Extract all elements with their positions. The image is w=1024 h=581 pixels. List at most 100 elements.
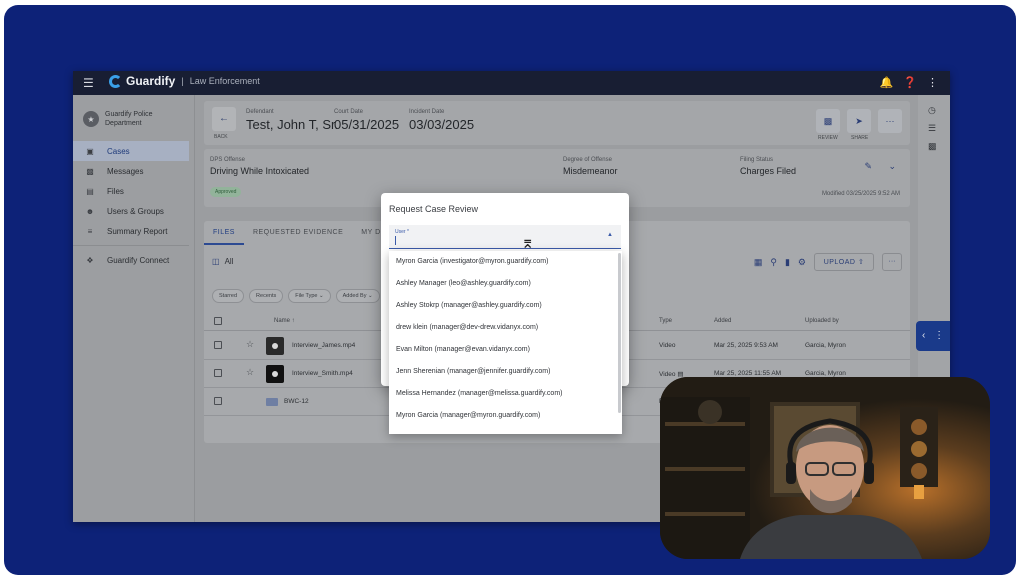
files-toolbar: ▦ ⚲ ▮ ⚙ UPLOAD ⇧ ··· xyxy=(754,253,902,271)
sidebar-item-summary-report[interactable]: ≡ Summary Report xyxy=(73,221,189,241)
court-date-field: Court Date 05/31/2025 xyxy=(334,109,399,132)
incident-date-value: 03/03/2025 xyxy=(409,117,475,132)
sidebar-item-label: Cases xyxy=(107,146,130,156)
video-thumbnail xyxy=(266,365,284,383)
chip-file-type[interactable]: File Type ⌄ xyxy=(288,289,331,303)
topbar-actions: 🔔 ❓ ⋮ xyxy=(880,76,938,89)
file-name[interactable]: Interview_Smith.mp4 xyxy=(292,370,353,377)
status-badge: Approved xyxy=(210,187,242,197)
chip-recents[interactable]: Recents xyxy=(249,289,284,303)
sidebar-item-messages[interactable]: ▩ Messages xyxy=(73,161,189,181)
star-icon[interactable]: ☆ xyxy=(246,367,254,378)
send-icon: ➤ xyxy=(855,116,863,126)
sidebar-item-guardify-connect[interactable]: ❖ Guardify Connect xyxy=(73,250,189,270)
new-folder-icon[interactable]: ▮ xyxy=(785,257,790,268)
ellipsis-icon: ··· xyxy=(885,116,895,126)
list-item[interactable]: Melissa Hernandez (manager@melissa.guard… xyxy=(389,383,622,405)
upload-label: UPLOAD xyxy=(823,259,856,266)
list-item[interactable]: drew klein (manager@dev-drew.vidanyx.com… xyxy=(389,317,622,339)
sidebar-item-label: Guardify Connect xyxy=(107,255,170,265)
video-thumbnail xyxy=(266,337,284,355)
star-icon[interactable]: ☆ xyxy=(246,339,254,350)
briefcase-icon: ▣ xyxy=(86,146,94,156)
row-checkbox[interactable] xyxy=(214,341,222,349)
case-header: ← BACK Defendant Test, John T, Sr. Court… xyxy=(204,101,910,145)
text-caret xyxy=(395,236,396,245)
upload-icon: ⇧ xyxy=(857,259,865,266)
dropdown-scrollbar[interactable] xyxy=(618,253,621,413)
column-type[interactable]: Type xyxy=(659,318,672,324)
list-item[interactable]: Myron Garcia (investigator@myron.guardif… xyxy=(389,251,622,273)
grid-view-icon[interactable]: ▦ xyxy=(754,257,763,268)
field-label: Incident Date xyxy=(409,109,445,115)
user-field-label: User * xyxy=(395,229,409,235)
sidebar-item-cases[interactable]: ▣ Cases xyxy=(73,141,189,161)
degree-value: Misdemeanor xyxy=(563,166,618,176)
sidebar-item-label: Files xyxy=(107,186,124,196)
comments-icon[interactable]: ▩ xyxy=(928,141,937,152)
chevron-down-icon[interactable]: ⌄ xyxy=(888,161,896,172)
connect-icon: ❖ xyxy=(86,255,94,265)
filter-chips: Starred Recents File Type ⌄ Added By ⌄ xyxy=(212,289,380,303)
court-date-value: 05/31/2025 xyxy=(334,117,400,132)
police-badge-icon: ★ xyxy=(83,111,99,127)
file-added: Mar 25, 2025 11:55 AM xyxy=(714,370,782,377)
user-select[interactable]: User * ▲ xyxy=(389,225,621,249)
defendant-value: Test, John T, Sr. xyxy=(246,117,339,132)
folder-filter[interactable]: ◫ All xyxy=(212,257,233,266)
more-button[interactable]: ··· xyxy=(878,109,902,133)
file-added: Mar 25, 2025 9:53 AM xyxy=(714,342,778,349)
caret-up-icon[interactable]: ▲ xyxy=(607,232,613,238)
field-label: DPS Offense xyxy=(210,157,245,163)
chip-starred[interactable]: Starred xyxy=(212,289,245,303)
upload-button[interactable]: UPLOAD ⇧ xyxy=(814,253,874,271)
share-button[interactable]: ➤ xyxy=(847,109,871,133)
tab-requested-evidence[interactable]: REQUESTED EVIDENCE xyxy=(244,221,352,245)
file-name[interactable]: BWC-12 xyxy=(284,398,309,405)
files-more-button[interactable]: ··· xyxy=(882,253,902,271)
checklist-icon[interactable]: ☰ xyxy=(928,123,936,134)
sidebar-item-label: Users & Groups xyxy=(107,206,164,216)
app-logo[interactable]: Guardify | Law Enforcement xyxy=(109,74,260,88)
sidebar: ★ Guardify Police Department ▣ Cases ▩ M… xyxy=(73,95,195,522)
select-all-checkbox[interactable] xyxy=(214,317,222,325)
history-icon[interactable]: ◷ xyxy=(928,105,936,116)
file-uploaded-by: Garcia, Myron xyxy=(805,342,846,349)
list-item[interactable]: Evan Milton (manager@evan.vidanyx.com) xyxy=(389,339,622,361)
bell-icon[interactable]: 🔔 xyxy=(880,76,894,89)
file-name[interactable]: Interview_James.mp4 xyxy=(292,342,355,349)
help-icon[interactable]: ❓ xyxy=(903,76,917,89)
search-icon[interactable]: ⚲ xyxy=(770,257,777,268)
tab-files[interactable]: FILES xyxy=(204,221,244,245)
folder-icon xyxy=(266,398,278,406)
row-checkbox[interactable] xyxy=(214,369,222,377)
filing-field: Filing Status Charges Filed xyxy=(740,157,796,176)
list-item[interactable]: Jenn Sherenian (manager@jennifer.guardif… xyxy=(389,361,622,383)
sidebar-divider xyxy=(73,245,189,246)
sidebar-item-files[interactable]: ▤ Files xyxy=(73,181,189,201)
back-button[interactable]: ← xyxy=(212,107,236,131)
sidebar-nav: ▣ Cases ▩ Messages ▤ Files ☻ Users & Gro… xyxy=(73,141,189,270)
list-item[interactable]: Myron Garcia (manager@myron.guardify.com… xyxy=(389,405,622,427)
kebab-icon[interactable]: ⋮ xyxy=(927,76,938,89)
file-icon: ▤ xyxy=(86,186,94,196)
list-item[interactable]: Ashley Manager (leo@ashley.guardify.com) xyxy=(389,273,622,295)
top-bar: ☰ Guardify | Law Enforcement 🔔 ❓ ⋮ xyxy=(73,71,950,95)
chip-added-by[interactable]: Added By ⌄ xyxy=(335,289,380,303)
column-added[interactable]: Added xyxy=(714,318,731,324)
gear-icon[interactable]: ⚙ xyxy=(798,257,806,268)
chat-icon: ▩ xyxy=(86,166,94,176)
files-tabs: FILES REQUESTED EVIDENCE MY DOWN xyxy=(204,221,408,245)
sidebar-item-label: Messages xyxy=(107,166,144,176)
sidebar-item-users-groups[interactable]: ☻ Users & Groups xyxy=(73,201,189,221)
row-checkbox[interactable] xyxy=(214,397,222,405)
offense-field: DPS Offense Driving While Intoxicated xyxy=(210,157,309,176)
department-name: Guardify Police Department xyxy=(105,111,153,127)
hamburger-icon[interactable]: ☰ xyxy=(83,76,94,90)
column-uploaded-by[interactable]: Uploaded by xyxy=(805,318,839,324)
column-name[interactable]: Name ↑ xyxy=(274,318,295,324)
side-panel-toggle[interactable]: ‹ ⋮ xyxy=(916,321,950,351)
pencil-icon[interactable]: ✎ xyxy=(864,161,872,172)
review-button[interactable]: ▩ xyxy=(816,109,840,133)
list-item[interactable]: Ashley Stokrp (manager@ashley.guardify.c… xyxy=(389,295,622,317)
